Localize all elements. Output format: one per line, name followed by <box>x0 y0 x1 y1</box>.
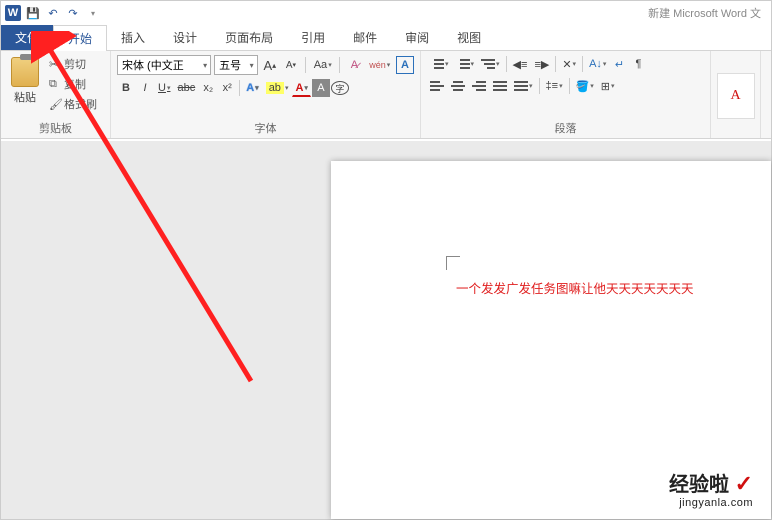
tab-home[interactable]: 开始 <box>53 25 107 51</box>
font-group-label: 字体 <box>117 118 414 136</box>
subscript-button[interactable]: x₂ <box>199 79 217 97</box>
tab-design[interactable]: 设计 <box>159 25 211 50</box>
group-styles: A <box>711 51 761 138</box>
borders-button[interactable]: ⊞ <box>598 77 618 95</box>
tab-review[interactable]: 审阅 <box>391 25 443 50</box>
indent-left-button[interactable]: ◀≡ <box>510 55 531 73</box>
asian-layout-button[interactable]: ✕ <box>559 55 579 73</box>
underline-button[interactable]: U <box>155 79 173 97</box>
change-case-button[interactable]: Aa <box>311 56 335 74</box>
shrink-font-button[interactable]: A▾ <box>282 56 300 74</box>
align-left-button[interactable] <box>427 77 447 95</box>
check-icon: ✓ <box>735 471 753 496</box>
qat-dropdown-icon[interactable]: ▾ <box>85 5 101 21</box>
margin-corner-icon <box>446 256 460 270</box>
strike-button[interactable]: abc <box>174 79 198 97</box>
text-effects-button[interactable]: A <box>243 79 261 97</box>
ribbon-tabs: 文件 开始 插入 设计 页面布局 引用 邮件 审阅 视图 <box>1 25 771 51</box>
align-right-button[interactable] <box>469 77 489 95</box>
tab-references[interactable]: 引用 <box>287 25 339 50</box>
paste-icon <box>11 57 39 87</box>
watermark: 经验啦 ✓ jingyanla.com <box>669 468 753 509</box>
group-font: 宋体 (中文正 五号 A▴ A▾ Aa A̷ wén A B I U abc x… <box>111 51 421 138</box>
tab-file[interactable]: 文件 <box>1 25 53 50</box>
paste-button[interactable]: 粘贴 <box>7 55 43 113</box>
font-name-combo[interactable]: 宋体 (中文正 <box>117 55 211 75</box>
font-size-combo[interactable]: 五号 <box>214 55 257 75</box>
indent-right-button[interactable]: ≡▶ <box>531 55 552 73</box>
show-marks-button[interactable]: ↵ <box>610 55 628 73</box>
italic-button[interactable]: I <box>136 79 154 97</box>
distribute-button[interactable] <box>511 77 536 95</box>
window-title: 新建 Microsoft Word 文 <box>648 5 767 21</box>
justify-button[interactable] <box>490 77 510 95</box>
copy-button[interactable]: ⧉ 复制 <box>47 75 99 93</box>
group-clipboard: 粘贴 ✂ 剪切 ⧉ 复制 🖌 格式刷 剪贴板 <box>1 51 111 138</box>
multilevel-button[interactable] <box>478 55 503 73</box>
format-painter-label: 格式刷 <box>64 96 97 112</box>
para-group-label: 段落 <box>427 118 704 136</box>
enclose-char-button[interactable]: 字 <box>331 81 349 95</box>
style-normal[interactable]: A <box>717 73 755 119</box>
tab-mailings[interactable]: 邮件 <box>339 25 391 50</box>
grow-font-button[interactable]: A▴ <box>261 56 279 74</box>
clipboard-group-label: 剪贴板 <box>7 118 104 136</box>
bold-button[interactable]: B <box>117 79 135 97</box>
watermark-url: jingyanla.com <box>669 497 753 509</box>
word-icon: W <box>5 5 21 21</box>
brush-icon: 🖌 <box>49 98 61 110</box>
numbering-button[interactable] <box>453 55 478 73</box>
superscript-button[interactable]: x² <box>218 79 236 97</box>
paste-label: 粘贴 <box>14 89 36 105</box>
char-border-button[interactable]: A <box>396 56 414 74</box>
align-center-button[interactable] <box>448 77 468 95</box>
font-color-button[interactable]: A <box>292 79 310 97</box>
format-painter-button[interactable]: 🖌 格式刷 <box>47 95 99 113</box>
pilcrow-button[interactable]: ¶ <box>629 55 647 73</box>
cut-button[interactable]: ✂ 剪切 <box>47 55 99 73</box>
group-paragraph: ◀≡ ≡▶ ✕ A↓ ↵ ¶ ‡≡ 🪣 ⊞ 段落 <box>421 51 711 138</box>
copy-icon: ⧉ <box>49 78 61 90</box>
char-shading-button[interactable]: A <box>312 79 330 97</box>
tab-view[interactable]: 视图 <box>443 25 495 50</box>
pinyin-button[interactable]: wén <box>366 56 393 74</box>
bullets-button[interactable] <box>427 55 452 73</box>
tab-insert[interactable]: 插入 <box>107 25 159 50</box>
save-icon[interactable]: 💾 <box>25 5 41 21</box>
redo-icon[interactable]: ↷ <box>65 5 81 21</box>
undo-icon[interactable]: ↶ <box>45 5 61 21</box>
document-text: 一个发发广发任务图嘛让他天天天天天天天 <box>456 278 767 297</box>
cut-label: 剪切 <box>64 56 86 72</box>
ribbon: 粘贴 ✂ 剪切 ⧉ 复制 🖌 格式刷 剪贴板 宋体 <box>1 51 771 139</box>
line-spacing-button[interactable]: ‡≡ <box>543 77 566 95</box>
watermark-text: 经验啦 <box>669 474 729 496</box>
highlight-button[interactable]: ab <box>263 79 292 97</box>
sort-button[interactable]: A↓ <box>586 55 609 73</box>
copy-label: 复制 <box>64 76 86 92</box>
shading-button[interactable]: 🪣 <box>573 77 597 95</box>
clear-format-button[interactable]: A̷ <box>345 56 363 74</box>
title-bar: W 💾 ↶ ↷ ▾ 新建 Microsoft Word 文 <box>1 1 771 25</box>
scissors-icon: ✂ <box>49 58 61 70</box>
document-page[interactable]: 一个发发广发任务图嘛让他天天天天天天天 <box>336 176 767 515</box>
tab-layout[interactable]: 页面布局 <box>211 25 287 50</box>
